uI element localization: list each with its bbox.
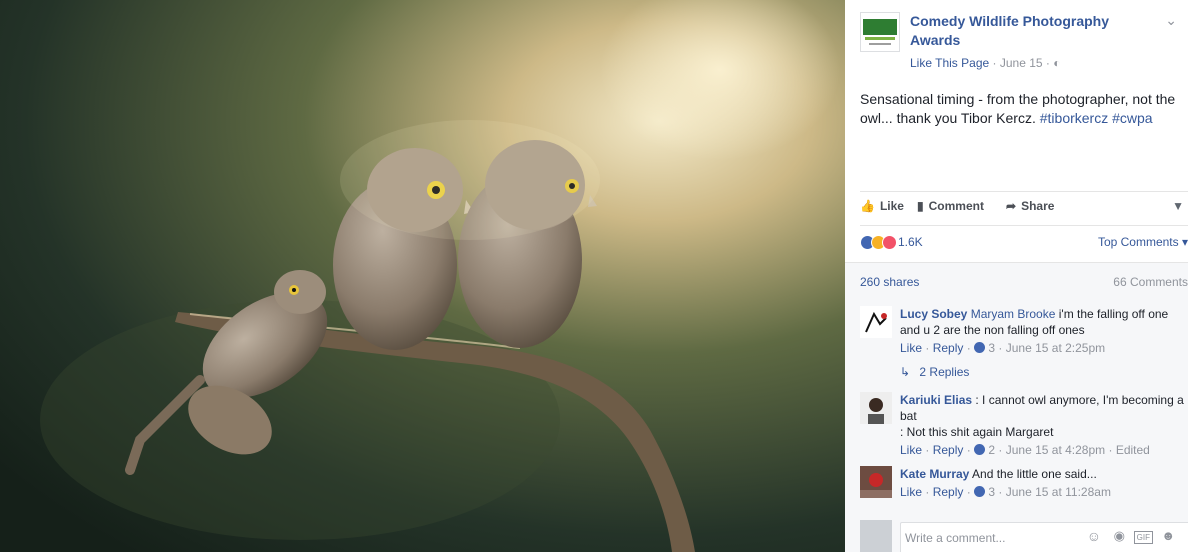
comment-like-count[interactable]: 3 [988, 485, 995, 499]
comment-sort-label: Top Comments [1097, 235, 1179, 249]
post-meta: Like This Page · June 15 · ◐ [910, 56, 1061, 70]
avatar-graphic [860, 306, 892, 338]
page-logo-graphic [863, 19, 897, 45]
replies-row[interactable]: ↳ 2 Replies [900, 364, 1185, 380]
like-count-icon [974, 342, 986, 353]
post-text: Sensational timing - from the photograph… [860, 90, 1188, 128]
post-date[interactable]: June 15 [1000, 56, 1043, 70]
share-icon: ➦ [1006, 199, 1017, 213]
current-user-avatar [860, 520, 892, 552]
like-button[interactable]: 👍 Like [860, 199, 904, 213]
comment-reply-link[interactable]: Reply [933, 341, 964, 355]
comments-count[interactable]: 66 Comments [1113, 275, 1188, 289]
comment-button[interactable]: ▮ Comment [917, 199, 984, 213]
comment-time[interactable]: June 15 at 2:25pm [1006, 341, 1105, 355]
avatar-graphic [860, 466, 892, 498]
counts-row: 260 shares 66 Comments [845, 262, 1188, 301]
comment-item: Kariuki Elias : I cannot owl anymore, I'… [860, 392, 1185, 458]
love-reaction-icon [882, 235, 897, 250]
comment-like-count[interactable]: 2 [988, 443, 995, 457]
comments-list: Lucy Sobey Maryam Brooke i'm the falling… [845, 300, 1188, 515]
share-button[interactable]: ➦ Share [1006, 199, 1054, 213]
like-label: Like [879, 199, 904, 213]
hashtag-link[interactable]: #cwpa [1112, 110, 1152, 126]
view-replies-link[interactable]: 2 Replies [919, 365, 969, 379]
reaction-count[interactable]: 1.6K [898, 235, 923, 249]
post-header: Comedy Wildlife Photography Awards Like … [860, 10, 1185, 70]
post-photo[interactable] [0, 0, 845, 552]
avatar[interactable] [860, 392, 892, 424]
page-logo[interactable] [860, 12, 900, 52]
comment-author[interactable]: Kariuki Elias [900, 393, 972, 407]
comment-meta: Like · Reply · 2 · June 15 at 4:28pm · E… [900, 443, 1150, 457]
gif-icon[interactable]: GIF [1133, 531, 1153, 544]
comment-time[interactable]: June 15 at 4:28pm [1006, 443, 1105, 457]
avatar[interactable] [860, 466, 892, 498]
post-panel: Comedy Wildlife Photography Awards Like … [845, 0, 1188, 552]
comment-reply-link[interactable]: Reply [933, 485, 964, 499]
shares-count[interactable]: 260 shares [860, 275, 919, 289]
avatar[interactable] [860, 306, 892, 338]
comment-like-count[interactable]: 3 [988, 341, 995, 355]
thumbs-up-icon: 👍 [860, 199, 875, 213]
emoji-icon[interactable]: ☺ [1087, 528, 1101, 544]
avatar-graphic [860, 392, 892, 424]
write-comment-bar: Write a comment... ☺ ◉ GIF ☻ [845, 515, 1188, 552]
comment-time[interactable]: June 15 at 11:28am [1006, 485, 1111, 499]
comment-meta: Like · Reply · 3 · June 15 at 11:28am [900, 485, 1111, 499]
comment-like-link[interactable]: Like [900, 485, 922, 499]
share-label: Share [1021, 199, 1055, 213]
comment-body: Lucy Sobey Maryam Brooke i'm the falling… [900, 306, 1185, 380]
comment-meta: Like · Reply · 3 · June 15 at 2:25pm [900, 341, 1106, 355]
comment-item: Kate Murray And the little one said... L… [860, 466, 1185, 506]
meta-separator: · [992, 56, 1000, 70]
reply-arrow-icon: ↳ [900, 365, 911, 379]
like-count-icon [974, 444, 986, 455]
action-bar: 👍 Like ▮ Comment ➦ Share ▼ [860, 191, 1188, 226]
write-comment-placeholder: Write a comment... [905, 531, 1006, 545]
comment-body: Kate Murray And the little one said... L… [900, 466, 1185, 500]
comment-like-link[interactable]: Like [900, 443, 922, 457]
owls-photo [0, 0, 845, 552]
like-page-link[interactable]: Like This Page [910, 56, 989, 70]
hashtag-link[interactable]: #tiborkercz [1040, 110, 1108, 126]
sticker-icon[interactable]: ☻ [1161, 528, 1175, 543]
comment-like-link[interactable]: Like [900, 341, 922, 355]
comment-text: And the little one said... [972, 467, 1097, 481]
globe-icon: ◐ [1053, 56, 1061, 70]
page-name-link[interactable]: Comedy Wildlife Photography Awards [910, 12, 1150, 50]
reactions-row: 1.6K Top Comments ▾ [860, 234, 1188, 262]
comment-label: Comment [928, 199, 984, 213]
write-comment-input[interactable]: Write a comment... ☺ ◉ GIF ☻ [900, 522, 1188, 552]
comment-icon: ▮ [917, 199, 924, 213]
comment-text-line: : Not this shit again Margaret [900, 425, 1054, 439]
more-options-icon[interactable]: ▼ [1172, 199, 1184, 213]
camera-icon[interactable]: ◉ [1114, 528, 1125, 544]
comment-author[interactable]: Kate Murray [900, 467, 969, 481]
comment-sort-dropdown[interactable]: Top Comments ▾ [1098, 235, 1188, 249]
comment-item: Lucy Sobey Maryam Brooke i'm the falling… [860, 306, 1185, 384]
like-count-icon [974, 486, 986, 497]
comment-body: Kariuki Elias : I cannot owl anymore, I'… [900, 392, 1185, 458]
chevron-down-icon[interactable]: ⌄ [1165, 12, 1177, 29]
comment-reply-link[interactable]: Reply [933, 443, 964, 457]
tagged-user[interactable]: Maryam Brooke [971, 307, 1056, 321]
edited-label[interactable]: Edited [1116, 443, 1150, 457]
comment-author[interactable]: Lucy Sobey [900, 307, 967, 321]
